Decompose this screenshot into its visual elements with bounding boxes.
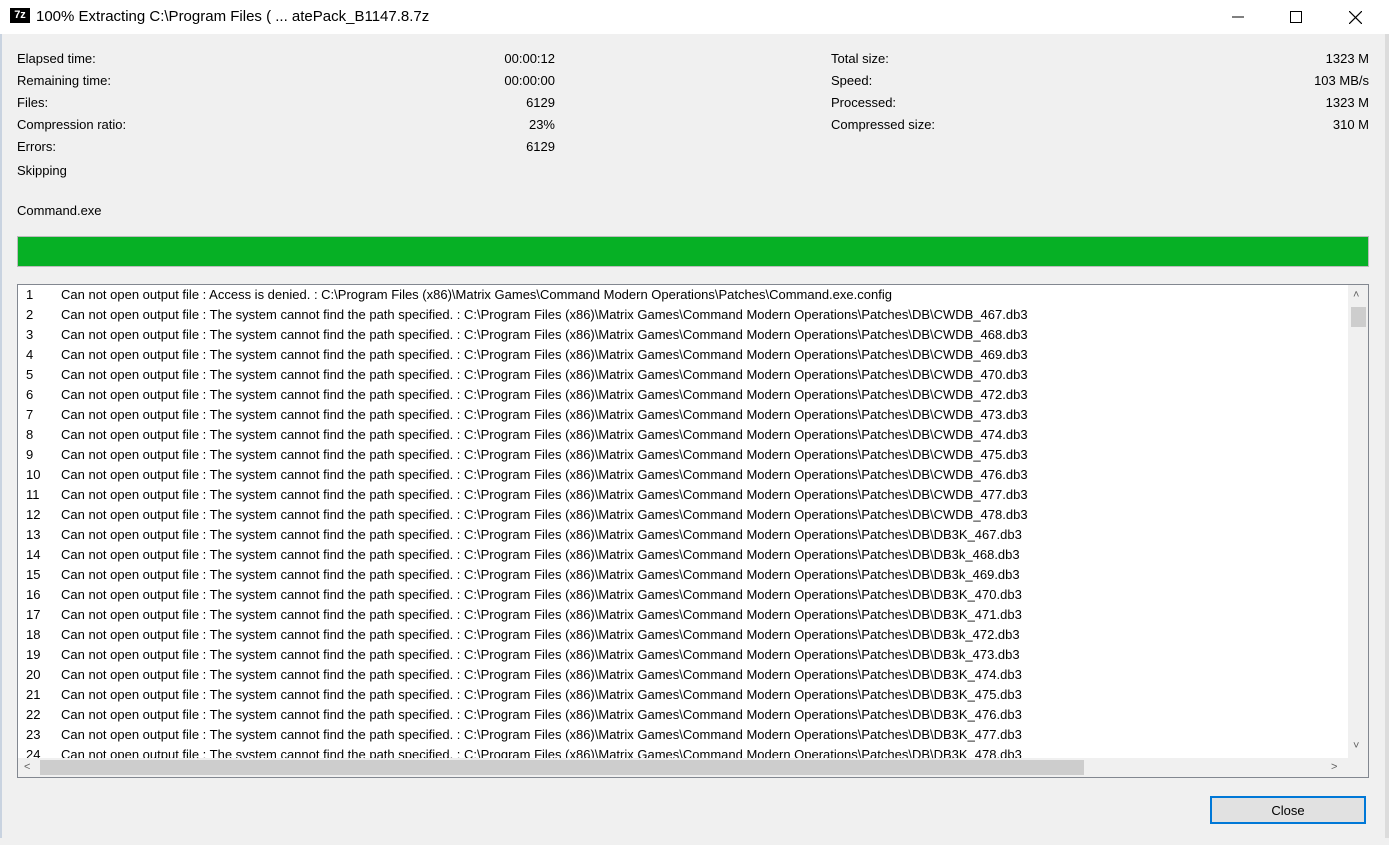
log-row-message: Can not open output file : The system ca… [61, 327, 1028, 342]
log-row-number: 12 [26, 507, 41, 522]
log-row-number: 8 [26, 427, 34, 442]
log-row-message: Can not open output file : The system ca… [61, 727, 1022, 742]
log-row-number: 4 [26, 347, 34, 362]
vertical-scrollbar[interactable]: ˄ ˅ [1348, 285, 1368, 758]
background-strip [0, 838, 1389, 845]
error-log-list[interactable]: 1 Can not open output file : Access is de… [17, 284, 1369, 778]
log-row-message: Can not open output file : The system ca… [61, 687, 1022, 702]
log-row-message: Can not open output file : The system ca… [61, 427, 1028, 442]
log-row-number: 19 [26, 647, 41, 662]
errors-label: Errors: [17, 139, 56, 154]
log-row-number: 6 [26, 387, 34, 402]
log-row-message: Can not open output file : The system ca… [61, 467, 1028, 482]
log-row-number: 9 [26, 447, 34, 462]
total-size-label: Total size: [831, 51, 889, 66]
7zip-app-icon: 7z [10, 8, 30, 23]
processed-value: 1323 M [1325, 95, 1369, 110]
log-row-number: 11 [26, 487, 40, 502]
log-row-message: Can not open output file : The system ca… [61, 567, 1020, 582]
log-row-number: 17 [26, 607, 41, 622]
log-row-number: 1 [26, 287, 34, 302]
log-row-message: Can not open output file : The system ca… [61, 547, 1020, 562]
remaining-time-label: Remaining time: [17, 73, 111, 88]
log-row-number: 15 [26, 567, 41, 582]
log-row-number: 10 [26, 467, 41, 482]
log-row-message: Can not open output file : The system ca… [61, 667, 1022, 682]
log-row-number: 22 [26, 707, 41, 722]
log-row-message: Can not open output file : The system ca… [61, 507, 1028, 522]
processed-label: Processed: [831, 95, 897, 110]
log-row-number: 5 [26, 367, 34, 382]
elapsed-time-value: 00:00:12 [504, 51, 555, 66]
vertical-scroll-thumb[interactable] [1351, 307, 1366, 327]
log-row-message: Can not open output file : The system ca… [61, 347, 1028, 362]
scroll-left-arrow-icon[interactable]: ˂ [24, 760, 30, 774]
window-edge-left [0, 34, 2, 845]
log-row-message: Can not open output file : The system ca… [61, 407, 1028, 422]
progress-bar-fill [18, 237, 1368, 266]
log-row-message: Can not open output file : The system ca… [61, 527, 1022, 542]
log-row-message: Can not open output file : The system ca… [61, 447, 1028, 462]
minimize-button[interactable] [1209, 0, 1267, 34]
scroll-right-arrow-icon[interactable]: ˃ [1331, 760, 1337, 774]
log-row-message: Can not open output file : The system ca… [61, 707, 1022, 722]
total-size-value: 1323 M [1325, 51, 1369, 66]
status-text: Skipping [17, 163, 67, 178]
log-row-number: 7 [26, 407, 34, 422]
log-row-number: 24 [26, 747, 41, 758]
log-row-message: Can not open output file : The system ca… [61, 487, 1028, 502]
compressed-size-value: 310 M [1332, 117, 1369, 132]
scrollbar-corner [1348, 758, 1368, 777]
log-row-message: Can not open output file : The system ca… [61, 587, 1022, 602]
log-row-message: Can not open output file : The system ca… [61, 387, 1028, 402]
maximize-icon [1290, 11, 1302, 23]
files-value: 6129 [526, 95, 555, 110]
compression-ratio-value: 23% [528, 117, 555, 132]
speed-value: 103 MB/s [1314, 73, 1369, 88]
log-row-number: 21 [26, 687, 41, 702]
compressed-size-label: Compressed size: [831, 117, 936, 132]
window-edge-right [1385, 34, 1389, 845]
compression-ratio-label: Compression ratio: [17, 117, 127, 132]
log-row-message: Can not open output file : The system ca… [61, 367, 1028, 382]
maximize-button[interactable] [1267, 0, 1325, 34]
current-file-text: Command.exe [17, 203, 102, 218]
progress-bar [17, 236, 1369, 267]
close-icon [1348, 10, 1362, 24]
window-close-button[interactable] [1326, 0, 1384, 34]
elapsed-time-label: Elapsed time: [17, 51, 96, 66]
speed-label: Speed: [831, 73, 873, 88]
log-row-number: 13 [26, 527, 41, 542]
log-row-message: Can not open output file : Access is den… [61, 287, 892, 302]
log-row-message: Can not open output file : The system ca… [61, 607, 1022, 622]
log-row-message: Can not open output file : The system ca… [61, 747, 1022, 758]
remaining-time-value: 00:00:00 [504, 73, 555, 88]
log-row-number: 16 [26, 587, 41, 602]
horizontal-scrollbar[interactable]: ˂ ˃ [18, 758, 1348, 777]
minimize-icon [1232, 16, 1244, 18]
log-row-number: 23 [26, 727, 41, 742]
log-row-number: 2 [26, 307, 34, 322]
horizontal-scroll-thumb[interactable] [40, 760, 1084, 775]
log-row-message: Can not open output file : The system ca… [61, 647, 1020, 662]
error-log-rows: 1 Can not open output file : Access is de… [18, 285, 1348, 758]
close-button[interactable]: Close [1210, 796, 1366, 824]
errors-value: 6129 [526, 139, 555, 154]
scroll-down-arrow-icon[interactable]: ˅ [1353, 739, 1359, 753]
log-row-number: 20 [26, 667, 41, 682]
files-label: Files: [17, 95, 49, 110]
title-bar: 7z 100% Extracting C:\Program Files ( ..… [0, 0, 1389, 34]
log-row-number: 18 [26, 627, 41, 642]
log-row-number: 14 [26, 547, 41, 562]
log-row-number: 3 [26, 327, 34, 342]
window-title: 100% Extracting C:\Program Files ( ... a… [36, 8, 430, 25]
log-row-message: Can not open output file : The system ca… [61, 307, 1028, 322]
scroll-up-arrow-icon[interactable]: ˄ [1353, 288, 1359, 302]
log-row-message: Can not open output file : The system ca… [61, 627, 1020, 642]
